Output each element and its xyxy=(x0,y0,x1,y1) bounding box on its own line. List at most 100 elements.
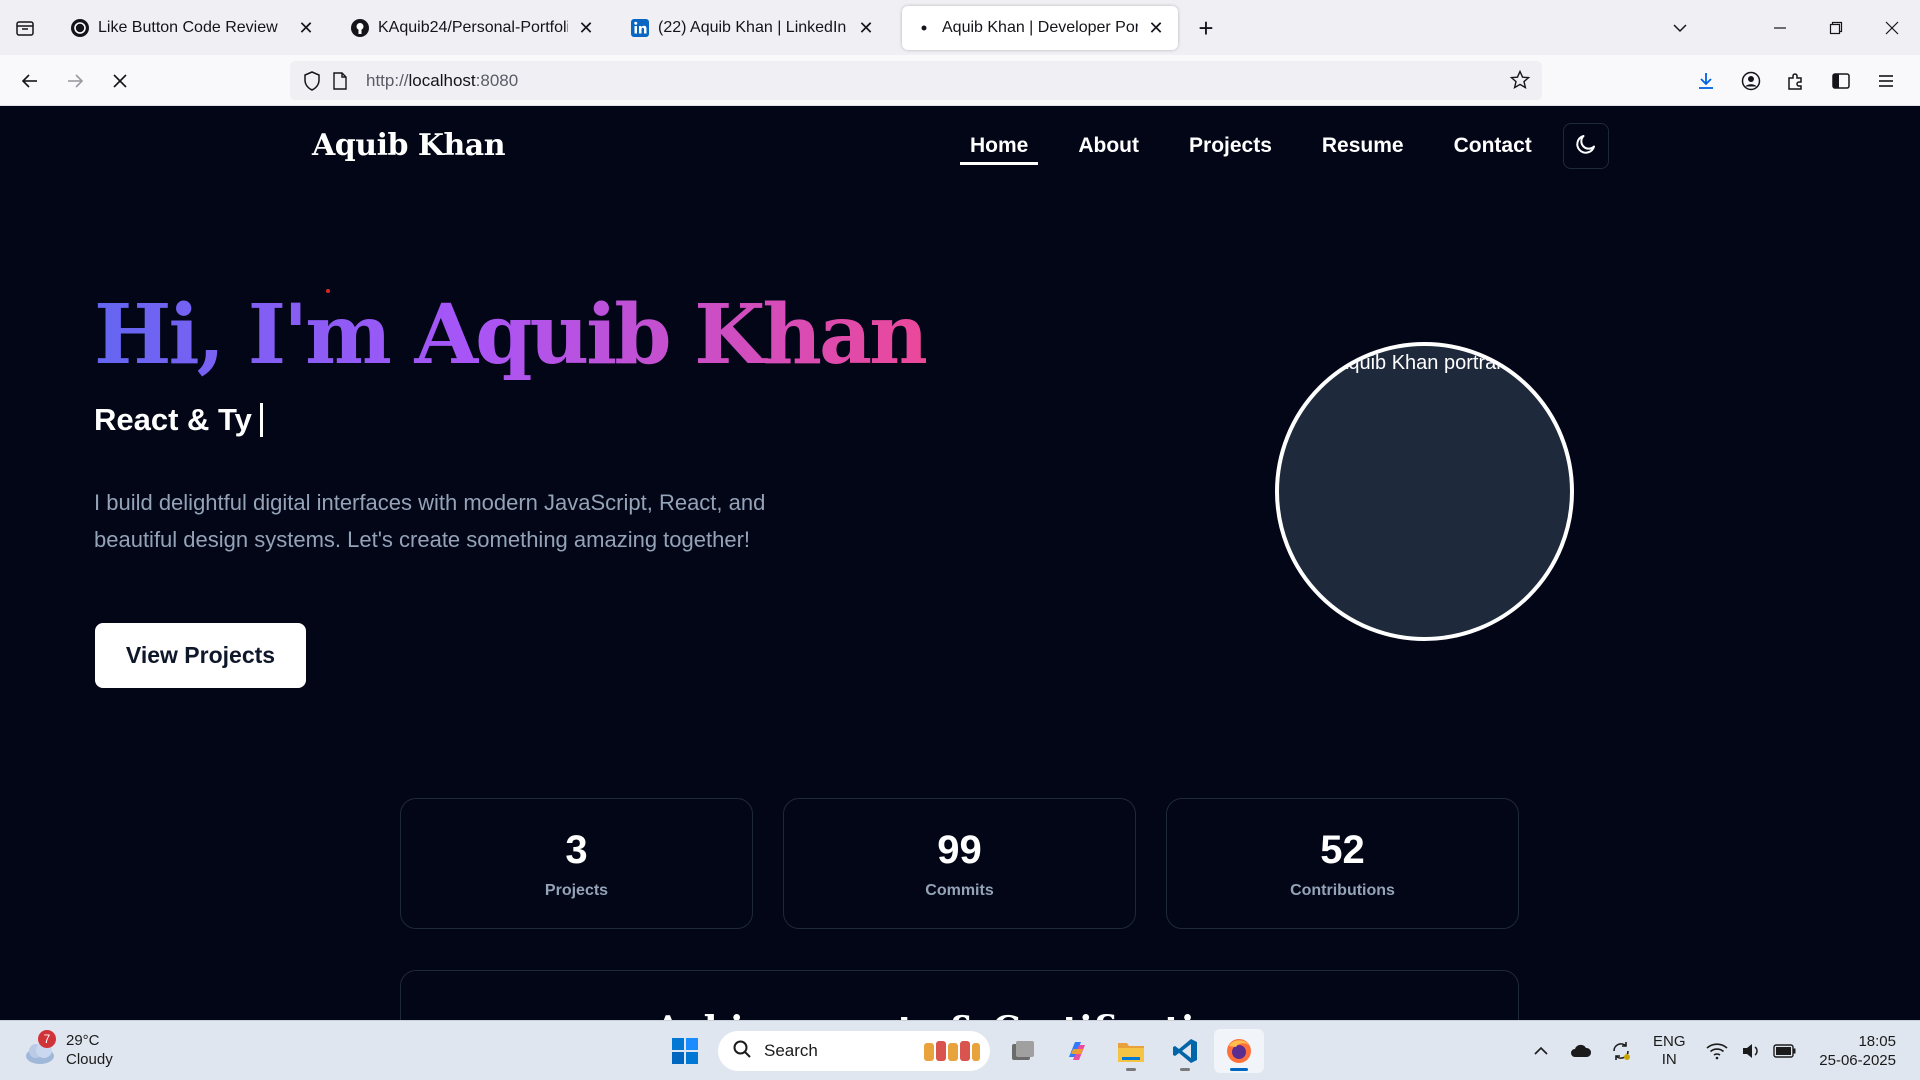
copilot-icon[interactable] xyxy=(1052,1029,1102,1073)
site-logo[interactable]: Aquib Khan xyxy=(312,128,506,163)
taskbar-search[interactable]: Search xyxy=(718,1031,990,1071)
close-window-icon[interactable] xyxy=(1864,0,1920,55)
search-label: Search xyxy=(764,1041,818,1060)
stat-value: 99 xyxy=(937,827,982,872)
language-indicator[interactable]: ENG IN xyxy=(1641,1033,1697,1069)
openai-icon xyxy=(70,18,90,38)
close-tab-icon[interactable]: ✕ xyxy=(856,18,876,38)
minimize-icon[interactable] xyxy=(1752,0,1808,55)
firefox-icon[interactable] xyxy=(1214,1029,1264,1073)
stat-card: 99 Commits xyxy=(783,798,1136,929)
browser-tab-strip: Like Button Code Review ✕ KAquib24/Perso… xyxy=(0,0,1920,55)
battery-icon[interactable] xyxy=(1765,1031,1805,1071)
moon-icon xyxy=(1574,132,1598,161)
window-controls xyxy=(1652,0,1920,55)
hero-bio: I build delightful digital interfaces wi… xyxy=(94,490,766,552)
hamburger-menu-icon[interactable] xyxy=(1863,65,1908,97)
stat-value: 3 xyxy=(565,827,588,872)
portrait-image: Aquib Khan portrait xyxy=(1275,342,1574,641)
vscode-icon[interactable] xyxy=(1160,1029,1210,1073)
chevron-down-icon[interactable] xyxy=(1652,0,1708,55)
browser-navigation-bar: http://localhost:8080 xyxy=(0,55,1920,106)
view-projects-button[interactable]: View Projects xyxy=(95,623,306,688)
portrait-alt-text: Aquib Khan portrait xyxy=(1335,352,1507,374)
tab-list-icon[interactable] xyxy=(10,14,40,42)
site-nav: Home About Projects Resume Contact xyxy=(960,128,1572,165)
tab-title: Aquib Khan | Developer Portfolio xyxy=(942,19,1138,36)
chevron-up-icon[interactable] xyxy=(1521,1031,1561,1071)
running-indicator xyxy=(1230,1068,1248,1071)
account-icon[interactable] xyxy=(1728,65,1773,97)
search-icon xyxy=(732,1039,752,1064)
system-tray: ENG IN 18:05 25-06-2025 xyxy=(1521,1021,1920,1080)
hero-title: Hi, I'm Aquib Khan xyxy=(94,287,929,383)
stats-row: 3 Projects 99 Commits 52 Contributions xyxy=(400,798,1519,929)
nav-link-about[interactable]: About xyxy=(1068,128,1149,165)
nav-link-resume[interactable]: Resume xyxy=(1312,128,1414,165)
github-icon xyxy=(350,18,370,38)
browser-tab-active[interactable]: Aquib Khan | Developer Portfolio ✕ xyxy=(902,6,1178,50)
url-text: http://localhost:8080 xyxy=(366,70,519,90)
shield-icon[interactable] xyxy=(300,69,324,93)
linkedin-icon xyxy=(630,18,650,38)
search-highlight-icon xyxy=(922,1039,982,1063)
restore-icon[interactable] xyxy=(1808,0,1864,55)
wifi-icon[interactable] xyxy=(1697,1031,1737,1071)
region-code: IN xyxy=(1661,1051,1677,1068)
onedrive-cloud-icon[interactable] xyxy=(1561,1031,1601,1071)
stat-card: 52 Contributions xyxy=(1166,798,1519,929)
forward-arrow-icon[interactable] xyxy=(59,65,91,97)
taskbar-apps: Search xyxy=(660,1029,1268,1073)
browser-tab[interactable]: Like Button Code Review ✕ xyxy=(58,6,328,50)
stat-card: 3 Projects xyxy=(400,798,753,929)
tab-title: (22) Aquib Khan | LinkedIn xyxy=(658,19,847,36)
back-arrow-icon[interactable] xyxy=(14,65,46,97)
nav-link-contact[interactable]: Contact xyxy=(1444,128,1542,165)
running-indicator xyxy=(1126,1068,1136,1071)
nav-link-home[interactable]: Home xyxy=(960,128,1039,165)
close-tab-icon[interactable]: ✕ xyxy=(1146,18,1166,38)
stat-label: Contributions xyxy=(1290,881,1395,899)
sync-icon[interactable] xyxy=(1601,1031,1641,1071)
browser-tab[interactable]: KAquib24/Personal-Portfolio ✕ xyxy=(338,6,608,50)
typing-caret xyxy=(259,403,263,437)
running-indicator xyxy=(1180,1068,1190,1071)
stat-value: 52 xyxy=(1320,827,1365,872)
address-bar[interactable]: http://localhost:8080 xyxy=(290,61,1542,100)
language-code: ENG xyxy=(1653,1033,1686,1050)
loading-dot-icon xyxy=(914,18,934,38)
extensions-icon[interactable] xyxy=(1773,65,1818,97)
weather-desc: Cloudy xyxy=(66,1051,113,1068)
sidebar-icon[interactable] xyxy=(1818,65,1863,97)
clock-date: 25-06-2025 xyxy=(1819,1052,1896,1069)
volume-icon[interactable] xyxy=(1737,1031,1765,1071)
new-tab-icon[interactable]: + xyxy=(1192,13,1220,43)
downloads-icon[interactable] xyxy=(1683,65,1728,97)
tab-title: Like Button Code Review xyxy=(98,19,278,36)
stat-label: Projects xyxy=(544,881,609,899)
page-icon[interactable] xyxy=(328,69,352,93)
achievements-heading: Achievements & Certifications xyxy=(401,1009,1518,1020)
task-view-icon[interactable] xyxy=(998,1029,1048,1073)
cloudy-weather-icon: 7 xyxy=(22,1030,58,1068)
stat-label: Commits xyxy=(925,881,994,899)
clock-time: 18:05 xyxy=(1858,1033,1896,1050)
windows-start-icon[interactable] xyxy=(660,1029,710,1073)
weather-temp: 29°C xyxy=(66,1032,100,1049)
tab-title: KAquib24/Personal-Portfolio xyxy=(378,19,568,36)
stop-loading-icon[interactable] xyxy=(104,65,136,97)
close-tab-icon[interactable]: ✕ xyxy=(576,18,596,38)
windows-taskbar: 7 29°C Cloudy Search ENG IN 18:05 25-06-… xyxy=(0,1020,1920,1080)
file-explorer-icon[interactable] xyxy=(1106,1029,1156,1073)
typed-role-text: React & Ty xyxy=(94,402,252,437)
system-clock[interactable]: 18:05 25-06-2025 xyxy=(1805,1032,1920,1070)
typed-role: React & Ty xyxy=(94,402,263,438)
achievements-section: Achievements & Certifications xyxy=(400,970,1519,1020)
weather-widget[interactable]: 7 29°C Cloudy xyxy=(22,1030,113,1069)
weather-alert-badge: 7 xyxy=(38,1030,56,1048)
theme-toggle-button[interactable] xyxy=(1563,123,1609,169)
close-tab-icon[interactable]: ✕ xyxy=(296,18,316,38)
nav-link-projects[interactable]: Projects xyxy=(1179,128,1282,165)
browser-tab[interactable]: (22) Aquib Khan | LinkedIn ✕ xyxy=(618,6,888,50)
bookmark-star-icon[interactable] xyxy=(1508,68,1532,92)
